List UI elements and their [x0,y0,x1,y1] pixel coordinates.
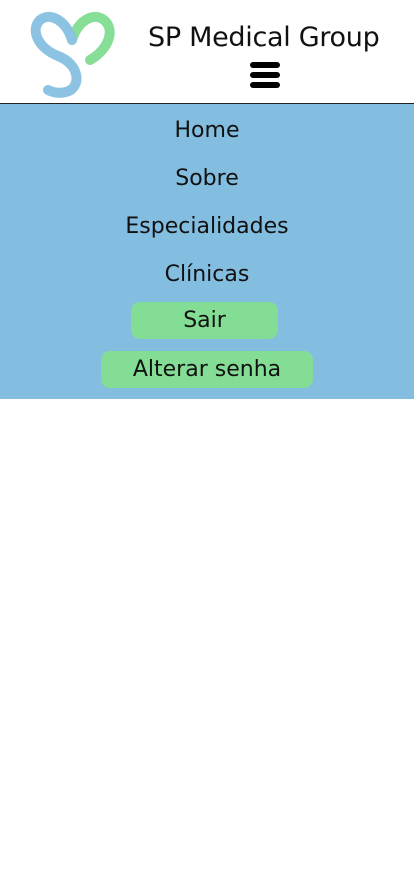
hamburger-bar [250,62,280,68]
nav-item-clinicas[interactable]: Clínicas [0,262,414,287]
hamburger-menu-icon[interactable] [250,62,280,90]
logout-button[interactable]: Sair [131,302,278,339]
nav-item-especialidades[interactable]: Especialidades [0,214,414,239]
nav-item-home[interactable]: Home [0,118,414,143]
brand-title: SP Medical Group [148,22,380,53]
nav-menu: Home Sobre Especialidades Clínicas Sair … [0,104,414,399]
change-password-button[interactable]: Alterar senha [101,351,313,388]
hamburger-bar [250,72,280,78]
hamburger-bar [250,82,280,88]
nav-item-sobre[interactable]: Sobre [0,166,414,191]
heart-s-logo-icon[interactable] [28,6,116,98]
header: SP Medical Group [0,0,414,104]
